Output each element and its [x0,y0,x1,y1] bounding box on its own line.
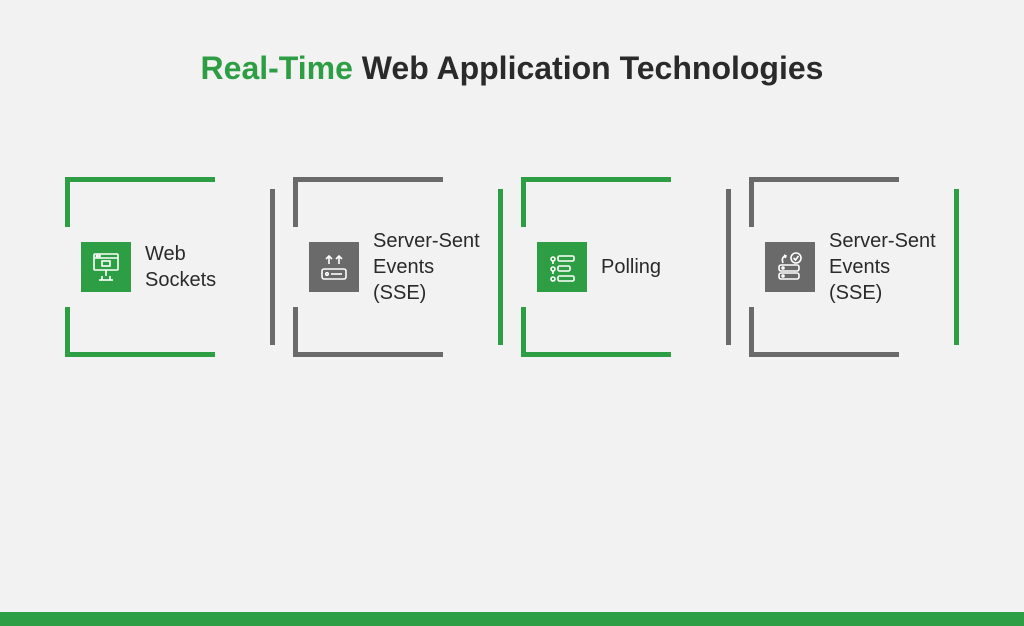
sse-icon [309,242,359,292]
websocket-icon [81,242,131,292]
card-label: Server-Sent Events (SSE) [829,228,959,306]
bracket-bottom-left [521,307,671,357]
card-websockets: Web Sockets [65,177,275,357]
server-check-icon [765,242,815,292]
bracket-right [498,189,503,345]
card-label: Server-Sent Events (SSE) [373,228,503,306]
bracket-bottom-left [65,307,215,357]
card-server-check: Server-Sent Events (SSE) [749,177,959,357]
title-accent: Real-Time [201,50,353,86]
bracket-right [954,189,959,345]
bracket-top-left [65,177,215,227]
bracket-top-left [521,177,671,227]
bracket-top-left [293,177,443,227]
cards-row: Web Sockets Server-Sent Events (SSE) [0,177,1024,357]
card-label: Polling [601,254,675,280]
card-label: Web Sockets [145,241,275,293]
bracket-right [726,189,731,345]
title-rest: Web Application Technologies [353,50,824,86]
footer-accent-bar [0,612,1024,626]
card-sse: Server-Sent Events (SSE) [293,177,503,357]
bracket-top-left [749,177,899,227]
bracket-bottom-left [293,307,443,357]
page-title: Real-Time Web Application Technologies [0,50,1024,87]
polling-icon [537,242,587,292]
card-polling: Polling [521,177,731,357]
bracket-bottom-left [749,307,899,357]
bracket-right [270,189,275,345]
